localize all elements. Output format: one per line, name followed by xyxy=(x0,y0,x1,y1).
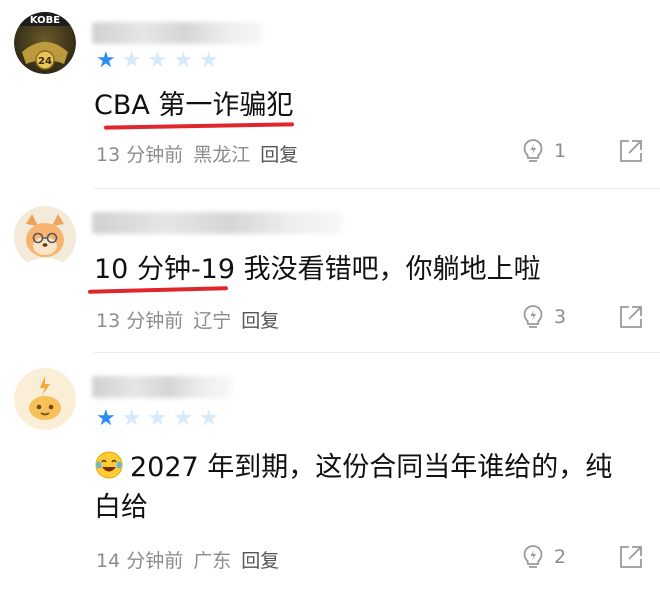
lightbulb-like-icon xyxy=(523,545,543,568)
lightning-bot-icon xyxy=(14,368,76,430)
lightbulb-like-icon xyxy=(523,305,543,328)
star-empty-icon: ★ xyxy=(147,48,168,73)
username-redacted xyxy=(92,212,342,234)
rating-stars: ★ ★ ★ ★ ★ xyxy=(96,408,219,430)
comment-location: 广东 xyxy=(193,550,232,572)
like-button[interactable]: 3 xyxy=(520,304,566,330)
divider xyxy=(94,188,660,189)
like-count: 1 xyxy=(554,140,567,162)
star-filled-icon: ★ xyxy=(96,48,116,73)
comment-text: CBA 第一诈骗犯 xyxy=(94,90,294,121)
reply-button[interactable]: 回复 xyxy=(241,546,279,573)
star-empty-icon: ★ xyxy=(198,406,219,431)
share-button[interactable] xyxy=(618,304,644,330)
star-empty-icon: ★ xyxy=(198,48,219,73)
star-empty-icon: ★ xyxy=(121,406,142,431)
username-redacted xyxy=(92,22,262,44)
comment-meta: 13 分钟前 辽宁 回复 xyxy=(96,306,279,333)
star-empty-icon: ★ xyxy=(147,406,168,431)
star-filled-icon: ★ xyxy=(96,406,116,431)
svg-text:24: 24 xyxy=(38,56,52,67)
star-empty-icon: ★ xyxy=(121,48,142,73)
cartoon-dog-icon xyxy=(14,206,76,268)
comment-item: ★ ★ ★ ★ ★ 2027 年到期，这份合同当年谁给的，纯白给 14 分钟前 … xyxy=(0,354,660,594)
comment-time: 13 分钟前 xyxy=(96,144,184,166)
comment-meta: 13 分钟前 黑龙江 回复 xyxy=(96,140,298,167)
like-count: 3 xyxy=(554,306,567,328)
divider xyxy=(94,352,660,353)
lightbulb-like-icon xyxy=(523,139,543,162)
share-arrow-icon xyxy=(620,546,642,568)
comment-text: 10 分钟-19 我没看错吧，你躺地上啦 xyxy=(94,254,541,285)
comment-item: 10 分钟-19 我没看错吧，你躺地上啦 13 分钟前 辽宁 回复 3 xyxy=(0,190,660,353)
comment-item: KOBE 24 ★ ★ ★ ★ ★ CBA 第一诈骗犯 13 分钟前 黑龙江 回… xyxy=(0,0,660,189)
comment-time: 14 分钟前 xyxy=(96,550,184,572)
rating-stars: ★ ★ ★ ★ ★ xyxy=(96,50,219,72)
avatar[interactable] xyxy=(14,206,76,268)
avatar[interactable]: KOBE 24 xyxy=(14,12,76,74)
reply-button[interactable]: 回复 xyxy=(241,306,279,333)
comment-text-content: 2027 年到期，这份合同当年谁给的，纯白给 xyxy=(94,452,613,523)
star-empty-icon: ★ xyxy=(173,406,193,431)
kobe-badge-icon: KOBE 24 xyxy=(14,12,76,74)
share-button[interactable] xyxy=(618,138,644,164)
svg-text:KOBE: KOBE xyxy=(30,15,60,26)
like-button[interactable]: 1 xyxy=(520,138,566,164)
reply-button[interactable]: 回复 xyxy=(260,140,298,167)
share-arrow-icon xyxy=(620,306,642,328)
comment-meta: 14 分钟前 广东 回复 xyxy=(96,546,279,573)
comment-location: 辽宁 xyxy=(193,310,232,332)
like-count: 2 xyxy=(554,546,567,568)
like-button[interactable]: 2 xyxy=(520,544,566,570)
laughing-crying-emoji-icon xyxy=(95,451,123,479)
username-redacted xyxy=(92,376,232,398)
share-button[interactable] xyxy=(618,544,644,570)
comment-time: 13 分钟前 xyxy=(96,310,184,332)
comment-text: 2027 年到期，这份合同当年谁给的，纯白给 xyxy=(94,448,614,528)
avatar[interactable] xyxy=(14,368,76,430)
star-empty-icon: ★ xyxy=(173,48,193,73)
comment-location: 黑龙江 xyxy=(193,144,251,166)
share-arrow-icon xyxy=(620,140,642,162)
